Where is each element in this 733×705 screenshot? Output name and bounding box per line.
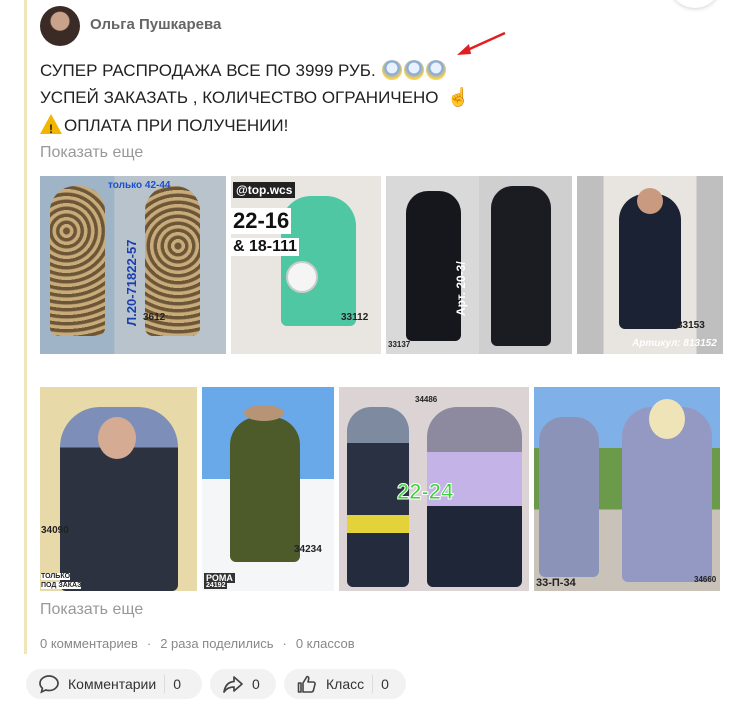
photo-5[interactable]: 34090 ТОЛЬКО ПОД ЗАКАЗ xyxy=(40,387,197,591)
comments-button[interactable]: Комментарии 0 xyxy=(26,669,202,699)
scream-emoji-icon xyxy=(426,60,447,80)
warning-icon: ! xyxy=(40,114,62,136)
comments-button-count: 0 xyxy=(173,676,181,692)
photo-1-tag: только 42-44 xyxy=(108,180,171,191)
post-accent-bar xyxy=(24,0,27,654)
stats-separator: · xyxy=(282,636,287,651)
thumbs-up-icon xyxy=(297,675,316,693)
scream-emoji-icon xyxy=(382,60,403,80)
photo-3-code: 33137 xyxy=(388,340,411,349)
photo-2-size-2: & 18-111 xyxy=(231,238,300,256)
photo-2[interactable]: @top.wcs 22-16 & 18-111 33112 xyxy=(231,176,381,354)
photo-6-code: 34234 xyxy=(294,544,322,555)
photo-3[interactable]: Арт. 20-3/ 33137 xyxy=(386,176,572,354)
photo-8-label: 33-П-34 xyxy=(536,577,576,589)
red-arrow-icon xyxy=(457,31,506,55)
class-button-label: Класс xyxy=(326,676,365,692)
photo-5-note-2: ПОД ЗАКАЗ xyxy=(41,582,82,589)
post-text-line-3: ! ОПЛАТА ПРИ ПОЛУЧЕНИИ! xyxy=(40,114,288,136)
photo-2-code: 33112 xyxy=(341,312,369,323)
likes-count-link[interactable]: 0 классов xyxy=(296,636,355,651)
top-floating-button[interactable] xyxy=(672,0,718,8)
photo-1-article: Л.20-71822-57 xyxy=(124,239,139,326)
button-divider xyxy=(372,675,374,693)
photo-2-size-1: 22-16 xyxy=(231,208,292,234)
post-text-line-1: СУПЕР РАСПРОДАЖА ВСЕ ПО 3999 РУБ. xyxy=(40,60,447,81)
photo-4[interactable]: 33153 Артикул: 813152 xyxy=(577,176,723,354)
photo-8[interactable]: 34660 33-П-34 xyxy=(534,387,720,591)
photo-5-code: 34090 xyxy=(41,525,69,536)
share-button[interactable]: 0 xyxy=(210,669,276,699)
comments-count-link[interactable]: 0 комментариев xyxy=(40,636,138,651)
photo-1-code: 3612 xyxy=(143,312,166,323)
show-more-link-top[interactable]: Показать еще xyxy=(40,144,143,162)
pointing-hand-icon: ☝ xyxy=(447,87,470,107)
share-arrow-icon xyxy=(223,676,243,693)
photo-2-handle: @top.wcs xyxy=(233,182,296,198)
shares-count-link[interactable]: 2 раза поделились xyxy=(160,636,273,651)
photo-6[interactable]: 34234 РОМА 24192 xyxy=(202,387,334,591)
comment-bubble-icon xyxy=(39,675,59,694)
photo-7-size: 22-24 xyxy=(396,479,454,505)
post-text-line-1-label: СУПЕР РАСПРОДАЖА ВСЕ ПО 3999 РУБ. xyxy=(40,61,376,80)
button-divider xyxy=(164,675,166,693)
photo-3-article: Арт. 20-3/ xyxy=(454,261,468,316)
photo-7[interactable]: 34486 22-24 xyxy=(339,387,529,591)
show-more-link-bottom[interactable]: Показать еще xyxy=(40,601,143,619)
post-text-line-2-label: УСПЕЙ ЗАКАЗАТЬ , КОЛИЧЕСТВО ОГРАНИЧЕНО xyxy=(40,88,439,107)
comments-button-label: Комментарии xyxy=(68,676,157,692)
post-text-line-2: УСПЕЙ ЗАКАЗАТЬ , КОЛИЧЕСТВО ОГРАНИЧЕНО ☝ xyxy=(40,87,470,108)
scream-emoji-icon xyxy=(404,60,425,80)
post-text-line-3-label: ОПЛАТА ПРИ ПОЛУЧЕНИИ! xyxy=(64,116,289,135)
author-name[interactable]: Ольга Пушкарева xyxy=(90,16,221,33)
share-button-count: 0 xyxy=(252,676,260,692)
photo-1[interactable]: только 42-44 Л.20-71822-57 3612 xyxy=(40,176,226,354)
photo-5-note-1: ТОЛЬКО xyxy=(41,573,71,580)
stats-separator: · xyxy=(146,636,152,651)
photo-8-code: 34660 xyxy=(694,575,717,584)
photo-4-article: Артикул: 813152 xyxy=(632,338,717,349)
class-button[interactable]: Класс 0 xyxy=(284,669,406,699)
post-stats: 0 комментариев · 2 раза поделились · 0 класс… xyxy=(40,636,355,651)
photo-7-code: 34486 xyxy=(415,395,438,404)
avatar[interactable] xyxy=(40,6,80,46)
photo-6-label-2: 24192 xyxy=(204,582,228,589)
photo-4-code: 33153 xyxy=(677,320,705,331)
class-button-count: 0 xyxy=(381,676,389,692)
